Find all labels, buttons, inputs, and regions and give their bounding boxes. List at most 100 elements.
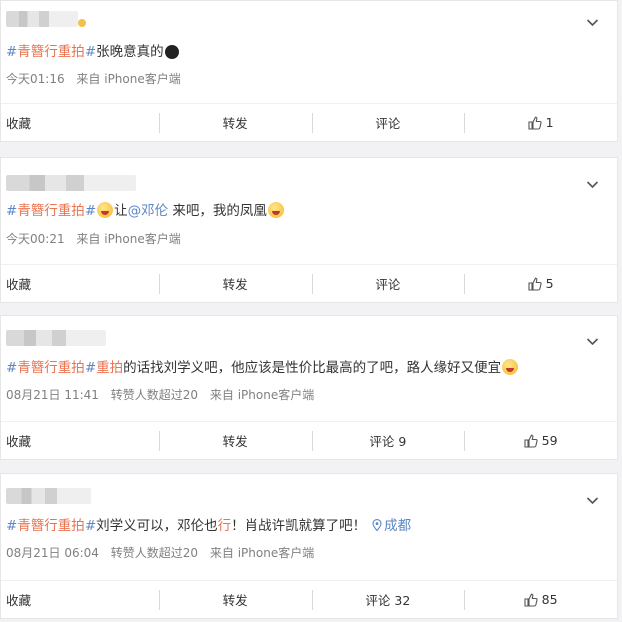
topic-link[interactable]: 青簪行重拍 bbox=[17, 203, 85, 219]
username-blurred[interactable] bbox=[6, 488, 91, 504]
topic-hash[interactable]: # bbox=[85, 518, 96, 534]
post-source: 来自 iPhone客户端 bbox=[76, 232, 181, 246]
topic-hash[interactable]: # bbox=[85, 203, 96, 219]
username-blurred[interactable] bbox=[6, 175, 136, 191]
favorite-label: 收藏 bbox=[6, 593, 32, 608]
chevron-down-icon[interactable] bbox=[586, 335, 599, 348]
repost-button[interactable]: 转发 bbox=[158, 581, 312, 618]
topic-link[interactable]: 青簪行重拍 bbox=[17, 360, 85, 376]
mention-link[interactable]: @邓伦 bbox=[128, 203, 169, 219]
repost-button[interactable]: 转发 bbox=[158, 422, 312, 459]
thumbs-up-icon bbox=[528, 277, 542, 291]
like-button[interactable]: 5 bbox=[464, 265, 617, 302]
favorite-button[interactable]: 收藏 bbox=[1, 104, 159, 141]
thumbs-up-icon bbox=[524, 434, 538, 448]
topic-hash[interactable]: # bbox=[6, 360, 17, 376]
post-meta: 今天00:21 来自 iPhone客户端 bbox=[6, 230, 189, 247]
favorite-button[interactable]: 收藏 bbox=[1, 265, 159, 302]
post-card: #青簪行重拍#重拍的话找刘学义吧，他应该是性价比最高的了吧，路人缘好又便宜 08… bbox=[0, 315, 618, 460]
post-time[interactable]: 今天01:16 bbox=[6, 72, 65, 86]
topic-hash[interactable]: # bbox=[85, 44, 96, 60]
post-text: ！肖战许凯就算了吧！ bbox=[231, 518, 367, 534]
like-count: 1 bbox=[545, 115, 554, 130]
repost-note: 转赞人数超过20 bbox=[110, 388, 199, 402]
post-content: #青簪行重拍#张晚意真的 bbox=[6, 41, 607, 63]
like-button[interactable]: 59 bbox=[464, 422, 617, 459]
chevron-down-icon[interactable] bbox=[586, 178, 599, 191]
post-text: 来吧，我的凤凰 bbox=[168, 203, 267, 219]
repost-label: 转发 bbox=[222, 593, 248, 608]
topic-hash[interactable]: # bbox=[85, 360, 96, 376]
post-text: 刘学义可以，邓伦也 bbox=[96, 518, 218, 534]
thumbs-up-icon bbox=[524, 593, 538, 607]
comment-button[interactable]: 评论 bbox=[311, 265, 465, 302]
topic-hash[interactable]: # bbox=[6, 518, 17, 534]
repost-label: 转发 bbox=[222, 434, 248, 449]
username-blurred[interactable] bbox=[6, 330, 106, 346]
favorite-button[interactable]: 收藏 bbox=[1, 581, 159, 618]
post-card: #青簪行重拍#张晚意真的 今天01:16 来自 iPhone客户端 收藏 转发 … bbox=[0, 0, 618, 142]
post-body: #青簪行重拍#重拍的话找刘学义吧，他应该是性价比最高的了吧，路人缘好又便宜 08… bbox=[1, 316, 617, 421]
like-count: 59 bbox=[541, 433, 558, 448]
like-button[interactable]: 1 bbox=[464, 104, 617, 141]
location-link[interactable]: 成都 bbox=[384, 518, 411, 534]
post-text: 张晚意真的 bbox=[96, 44, 164, 60]
post-source: 来自 iPhone客户端 bbox=[209, 546, 315, 560]
comment-button[interactable]: 评论 32 bbox=[311, 581, 465, 618]
post-time[interactable]: 今天00:21 bbox=[6, 232, 65, 246]
post-text: 的话找刘学义吧，他应该是性价比最高的了吧，路人缘好又便宜 bbox=[123, 360, 502, 376]
repost-button[interactable]: 转发 bbox=[158, 265, 312, 302]
action-bar: 收藏 转发 评论 32 85 bbox=[1, 580, 617, 618]
post-body: #青簪行重拍# 让@邓伦 来吧，我的凤凰 今天00:21 来自 iPhone客户端 bbox=[1, 158, 617, 264]
topic-link[interactable]: 青簪行重拍 bbox=[17, 518, 85, 534]
repost-note: 转赞人数超过20 bbox=[110, 546, 199, 560]
comment-label: 评论 32 bbox=[365, 593, 411, 608]
post-time[interactable]: 08月21日 06:04 bbox=[6, 546, 99, 560]
emoji-icon bbox=[267, 202, 284, 218]
highlight-text: 行 bbox=[217, 518, 232, 534]
post-text: 让 bbox=[114, 203, 128, 219]
post-meta: 08月21日 06:04 转赞人数超过20 来自 iPhone客户端 bbox=[6, 544, 322, 561]
repost-label: 转发 bbox=[222, 277, 248, 292]
favorite-label: 收藏 bbox=[6, 434, 32, 449]
comment-button[interactable]: 评论 9 bbox=[311, 422, 465, 459]
topic-link[interactable]: 青簪行重拍 bbox=[17, 44, 85, 60]
post-meta: 今天01:16 来自 iPhone客户端 bbox=[6, 70, 189, 87]
like-button[interactable]: 85 bbox=[464, 581, 617, 618]
emoji-icon bbox=[164, 45, 179, 59]
post-body: #青簪行重拍#刘学义可以，邓伦也行！肖战许凯就算了吧！ 成都 08月21日 06:… bbox=[1, 474, 617, 580]
username-blurred[interactable] bbox=[6, 11, 78, 27]
repost-label: 转发 bbox=[222, 116, 248, 131]
post-meta: 08月21日 11:41 转赞人数超过20 来自 iPhone客户端 bbox=[6, 386, 322, 403]
post-content: #青簪行重拍#重拍的话找刘学义吧，他应该是性价比最高的了吧，路人缘好又便宜 bbox=[6, 357, 607, 379]
chevron-down-icon[interactable] bbox=[586, 16, 599, 29]
chevron-down-icon[interactable] bbox=[586, 494, 599, 507]
topic-hash[interactable]: # bbox=[6, 203, 17, 219]
favorite-label: 收藏 bbox=[6, 116, 32, 131]
action-bar: 收藏 转发 评论 5 bbox=[1, 264, 617, 302]
emoji-icon bbox=[502, 359, 519, 375]
favorite-button[interactable]: 收藏 bbox=[1, 422, 159, 459]
post-source: 来自 iPhone客户端 bbox=[76, 72, 181, 86]
post-time[interactable]: 08月21日 11:41 bbox=[6, 388, 99, 402]
post-card: #青簪行重拍# 让@邓伦 来吧，我的凤凰 今天00:21 来自 iPhone客户端… bbox=[0, 157, 618, 303]
topic-hash[interactable]: # bbox=[6, 44, 17, 60]
favorite-label: 收藏 bbox=[6, 277, 32, 292]
action-bar: 收藏 转发 评论 9 59 bbox=[1, 421, 617, 459]
action-bar: 收藏 转发 评论 1 bbox=[1, 103, 617, 141]
comment-button[interactable]: 评论 bbox=[311, 104, 465, 141]
like-count: 5 bbox=[545, 276, 554, 291]
comment-label: 评论 9 bbox=[369, 434, 407, 449]
topic-text[interactable]: 重拍 bbox=[96, 360, 123, 376]
post-content: #青簪行重拍# 让@邓伦 来吧，我的凤凰 bbox=[6, 200, 607, 222]
post-card: #青簪行重拍#刘学义可以，邓伦也行！肖战许凯就算了吧！ 成都 08月21日 06:… bbox=[0, 473, 618, 619]
post-body: #青簪行重拍#张晚意真的 今天01:16 来自 iPhone客户端 bbox=[1, 1, 617, 103]
like-count: 85 bbox=[541, 592, 558, 607]
comment-label: 评论 bbox=[375, 277, 401, 292]
post-content: #青簪行重拍#刘学义可以，邓伦也行！肖战许凯就算了吧！ 成都 bbox=[6, 515, 607, 537]
user-badge-icon bbox=[78, 19, 86, 27]
post-source: 来自 iPhone客户端 bbox=[209, 388, 315, 402]
emoji-icon bbox=[97, 202, 114, 218]
location-pin-icon bbox=[372, 519, 382, 531]
repost-button[interactable]: 转发 bbox=[158, 104, 312, 141]
